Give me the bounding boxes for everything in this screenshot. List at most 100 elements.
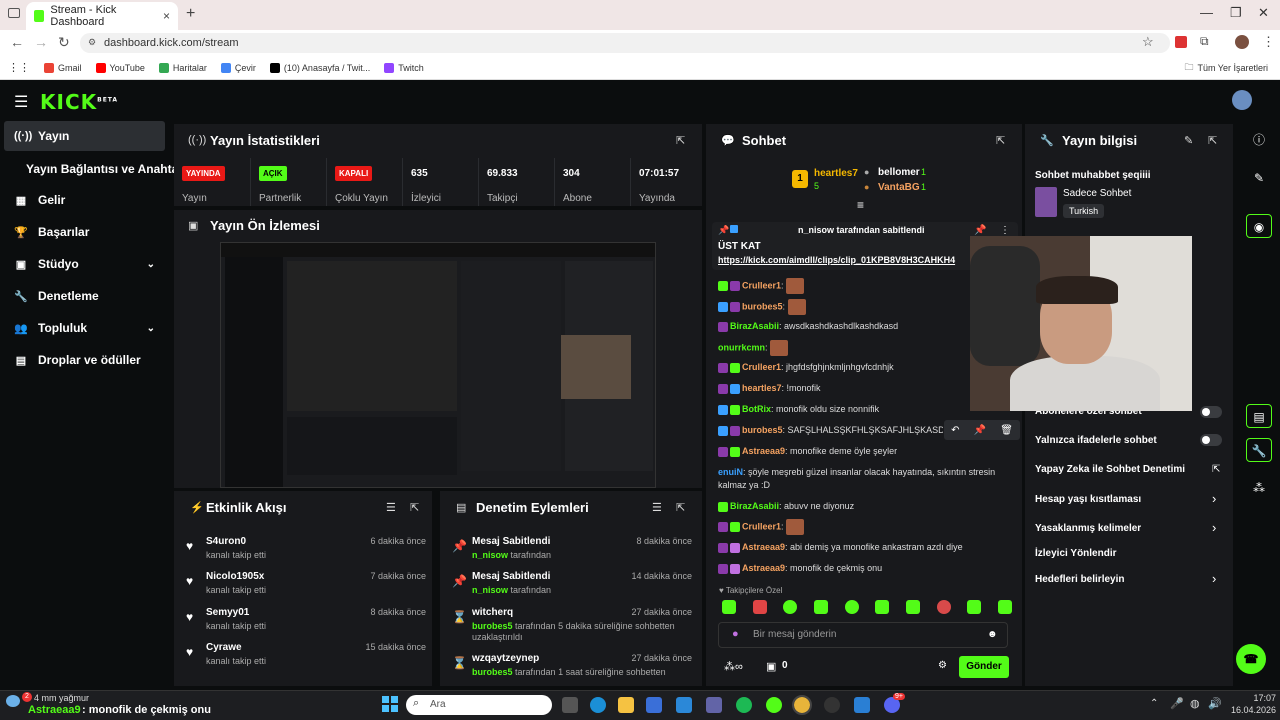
profile-avatar[interactable] <box>1235 35 1249 49</box>
leader-third[interactable]: VantaBG <box>878 182 920 193</box>
moderator-name[interactable]: burobes5 <box>472 621 513 631</box>
leader-second[interactable]: bellomer <box>878 167 920 178</box>
info-item-link[interactable]: Yapay Zeka ile Sohbet Denetimi <box>1035 464 1185 475</box>
chat-username[interactable]: BotRix <box>742 404 771 414</box>
minimize-icon[interactable]: — <box>1200 5 1213 20</box>
bookmark-star-icon[interactable]: ☆ <box>1142 34 1154 50</box>
unpin-icon[interactable]: 📌 <box>974 225 986 236</box>
chat-username[interactable]: Crulleer1 <box>742 362 781 372</box>
chat-username[interactable]: heartles7 <box>742 383 782 393</box>
chat-filter-icon[interactable]: ≡ <box>857 198 864 212</box>
menu-icon[interactable]: ☰ <box>14 92 28 112</box>
weather-icon[interactable] <box>6 695 20 707</box>
emote-icon[interactable] <box>844 600 859 614</box>
chat-username[interactable]: Astraeaa9 <box>742 446 785 456</box>
mail-icon[interactable] <box>676 697 692 713</box>
maximize-icon[interactable]: ❐ <box>1230 5 1242 21</box>
community-icon[interactable]: ⁂∞ <box>724 660 743 673</box>
user-avatar[interactable] <box>1232 90 1252 110</box>
reload-icon[interactable]: ↻ <box>58 34 70 51</box>
send-button[interactable]: Gönder <box>959 656 1009 678</box>
emote-icon[interactable] <box>783 600 798 614</box>
info-item-link[interactable]: Yasaklanmış kelimeler <box>1035 523 1141 534</box>
moderator-name[interactable]: burobes5 <box>472 667 513 677</box>
forward-icon[interactable]: → <box>34 34 48 50</box>
obs-icon[interactable] <box>824 697 840 713</box>
microphone-icon[interactable]: 🎤 <box>1170 697 1184 710</box>
chat-username[interactable]: Crulleer1 <box>742 280 781 290</box>
tag-chip[interactable]: Turkish <box>1063 204 1105 218</box>
emote-icon[interactable] <box>875 600 890 614</box>
bookmark-translate[interactable]: Çevir <box>220 62 256 73</box>
emote-icon[interactable] <box>905 600 920 614</box>
chat-username[interactable]: enuiN <box>718 467 743 477</box>
emote-icon[interactable] <box>813 600 828 614</box>
chat-username[interactable]: BirazAsabii <box>730 321 779 331</box>
file-explorer-icon[interactable] <box>618 697 634 713</box>
extensions-puzzle-icon[interactable]: ⧉ <box>1200 34 1209 49</box>
site-info-icon[interactable]: ⚙ <box>88 37 96 48</box>
emoji-icon[interactable]: ☻ <box>987 629 998 640</box>
popout-icon[interactable]: ⇱ <box>410 501 419 514</box>
edit-pencil-icon[interactable]: ✎ <box>1184 134 1193 147</box>
event-user[interactable]: Cyrawe <box>206 642 242 653</box>
sidebar-item-achievements[interactable]: 🏆 Başarılar <box>4 217 165 247</box>
settings-gear-icon[interactable]: ⚙ <box>938 660 947 671</box>
sidebar-item-drops[interactable]: ▤ Droplar ve ödüller <box>4 345 165 375</box>
emote-icon[interactable] <box>967 600 982 614</box>
new-tab-icon[interactable]: + <box>186 5 195 23</box>
emote-icon[interactable] <box>722 600 736 614</box>
chevron-right-icon[interactable]: › <box>1212 571 1216 586</box>
bookmark-twitch[interactable]: Twitch <box>384 62 424 73</box>
emote-only-toggle[interactable] <box>1200 434 1222 446</box>
filter-icon[interactable]: ☰ <box>386 501 396 514</box>
sidebar-item-moderation[interactable]: 🔧 Denetleme <box>4 281 165 311</box>
sidebar-item-stream-key[interactable]: Yayın Bağlantısı ve Anahtarı <box>4 154 186 184</box>
bookmark-gmail[interactable]: Gmail <box>44 62 82 73</box>
close-tab-icon[interactable]: × <box>163 9 170 23</box>
category-name[interactable]: Sadece Sohbet <box>1063 188 1131 199</box>
emote-icon[interactable] <box>936 600 951 614</box>
chevron-right-icon[interactable]: › <box>1212 520 1216 535</box>
subscribers-only-toggle[interactable] <box>1200 406 1222 418</box>
popout-icon[interactable]: ⇱ <box>996 134 1005 147</box>
extension-icon[interactable] <box>1175 36 1187 48</box>
popout-icon[interactable]: ⇱ <box>1208 134 1217 147</box>
bookmark-maps[interactable]: Haritalar <box>158 62 207 73</box>
volume-icon[interactable]: 🔊 <box>1208 697 1222 710</box>
moderation-target[interactable]: witcherq <box>472 607 513 618</box>
support-button[interactable]: ☎ <box>1236 644 1266 674</box>
apps-grid-icon[interactable]: ⋮⋮ <box>8 61 30 74</box>
stream-preview-video[interactable] <box>220 242 656 488</box>
chat-username[interactable]: Astraeaa9 <box>742 563 785 573</box>
emote-icon[interactable] <box>752 600 767 614</box>
pinned-link[interactable]: https://kick.com/aimdll/clips/clip_01KPB… <box>718 255 970 265</box>
external-link-icon[interactable]: ⇱ <box>1212 464 1220 475</box>
moderator-name[interactable]: n_nisow <box>472 585 508 595</box>
browser-menu-icon[interactable]: ⋮ <box>1262 34 1275 50</box>
moderator-name[interactable]: n_nisow <box>472 550 508 560</box>
event-user[interactable]: S4uron0 <box>206 536 246 547</box>
info-item-link[interactable]: Hesap yaşı kısıtlaması <box>1035 494 1141 505</box>
sidebar-item-revenue[interactable]: ▦ Gelir <box>4 185 165 215</box>
popout-icon[interactable]: ⇱ <box>676 134 685 147</box>
kick-app-icon[interactable] <box>766 697 782 713</box>
clock-date[interactable]: 16.04.2026 <box>1226 705 1276 715</box>
url-field[interactable]: dashboard.kick.com/stream <box>80 33 1170 53</box>
camera-icon[interactable]: ◉ <box>1246 214 1272 238</box>
popout-icon[interactable]: ⇱ <box>676 501 685 514</box>
chat-username[interactable]: Crulleer1 <box>742 521 781 531</box>
bookmark-youtube[interactable]: YouTube <box>95 62 145 73</box>
emote-icon[interactable] <box>997 600 1012 614</box>
all-bookmarks[interactable]: 🗀 Tüm Yer İşaretleri <box>1184 60 1268 76</box>
info-icon[interactable]: ⓘ <box>1246 128 1272 152</box>
community-icon[interactable]: ⁂ <box>1246 476 1272 500</box>
network-icon[interactable]: ◍ <box>1190 697 1200 710</box>
sidebar-item-studio[interactable]: ▣ Stüdyo ⌄ <box>4 249 165 279</box>
clock-time[interactable]: 17:07 <box>1236 693 1276 703</box>
tray-overflow-icon[interactable]: ⌃ <box>1150 698 1158 709</box>
teams-icon[interactable] <box>706 697 722 713</box>
edge-icon[interactable] <box>590 697 606 713</box>
moderation-target[interactable]: wzqaytzeynep <box>472 653 539 664</box>
weather-text[interactable]: 4 mm yağmur <box>34 693 89 703</box>
